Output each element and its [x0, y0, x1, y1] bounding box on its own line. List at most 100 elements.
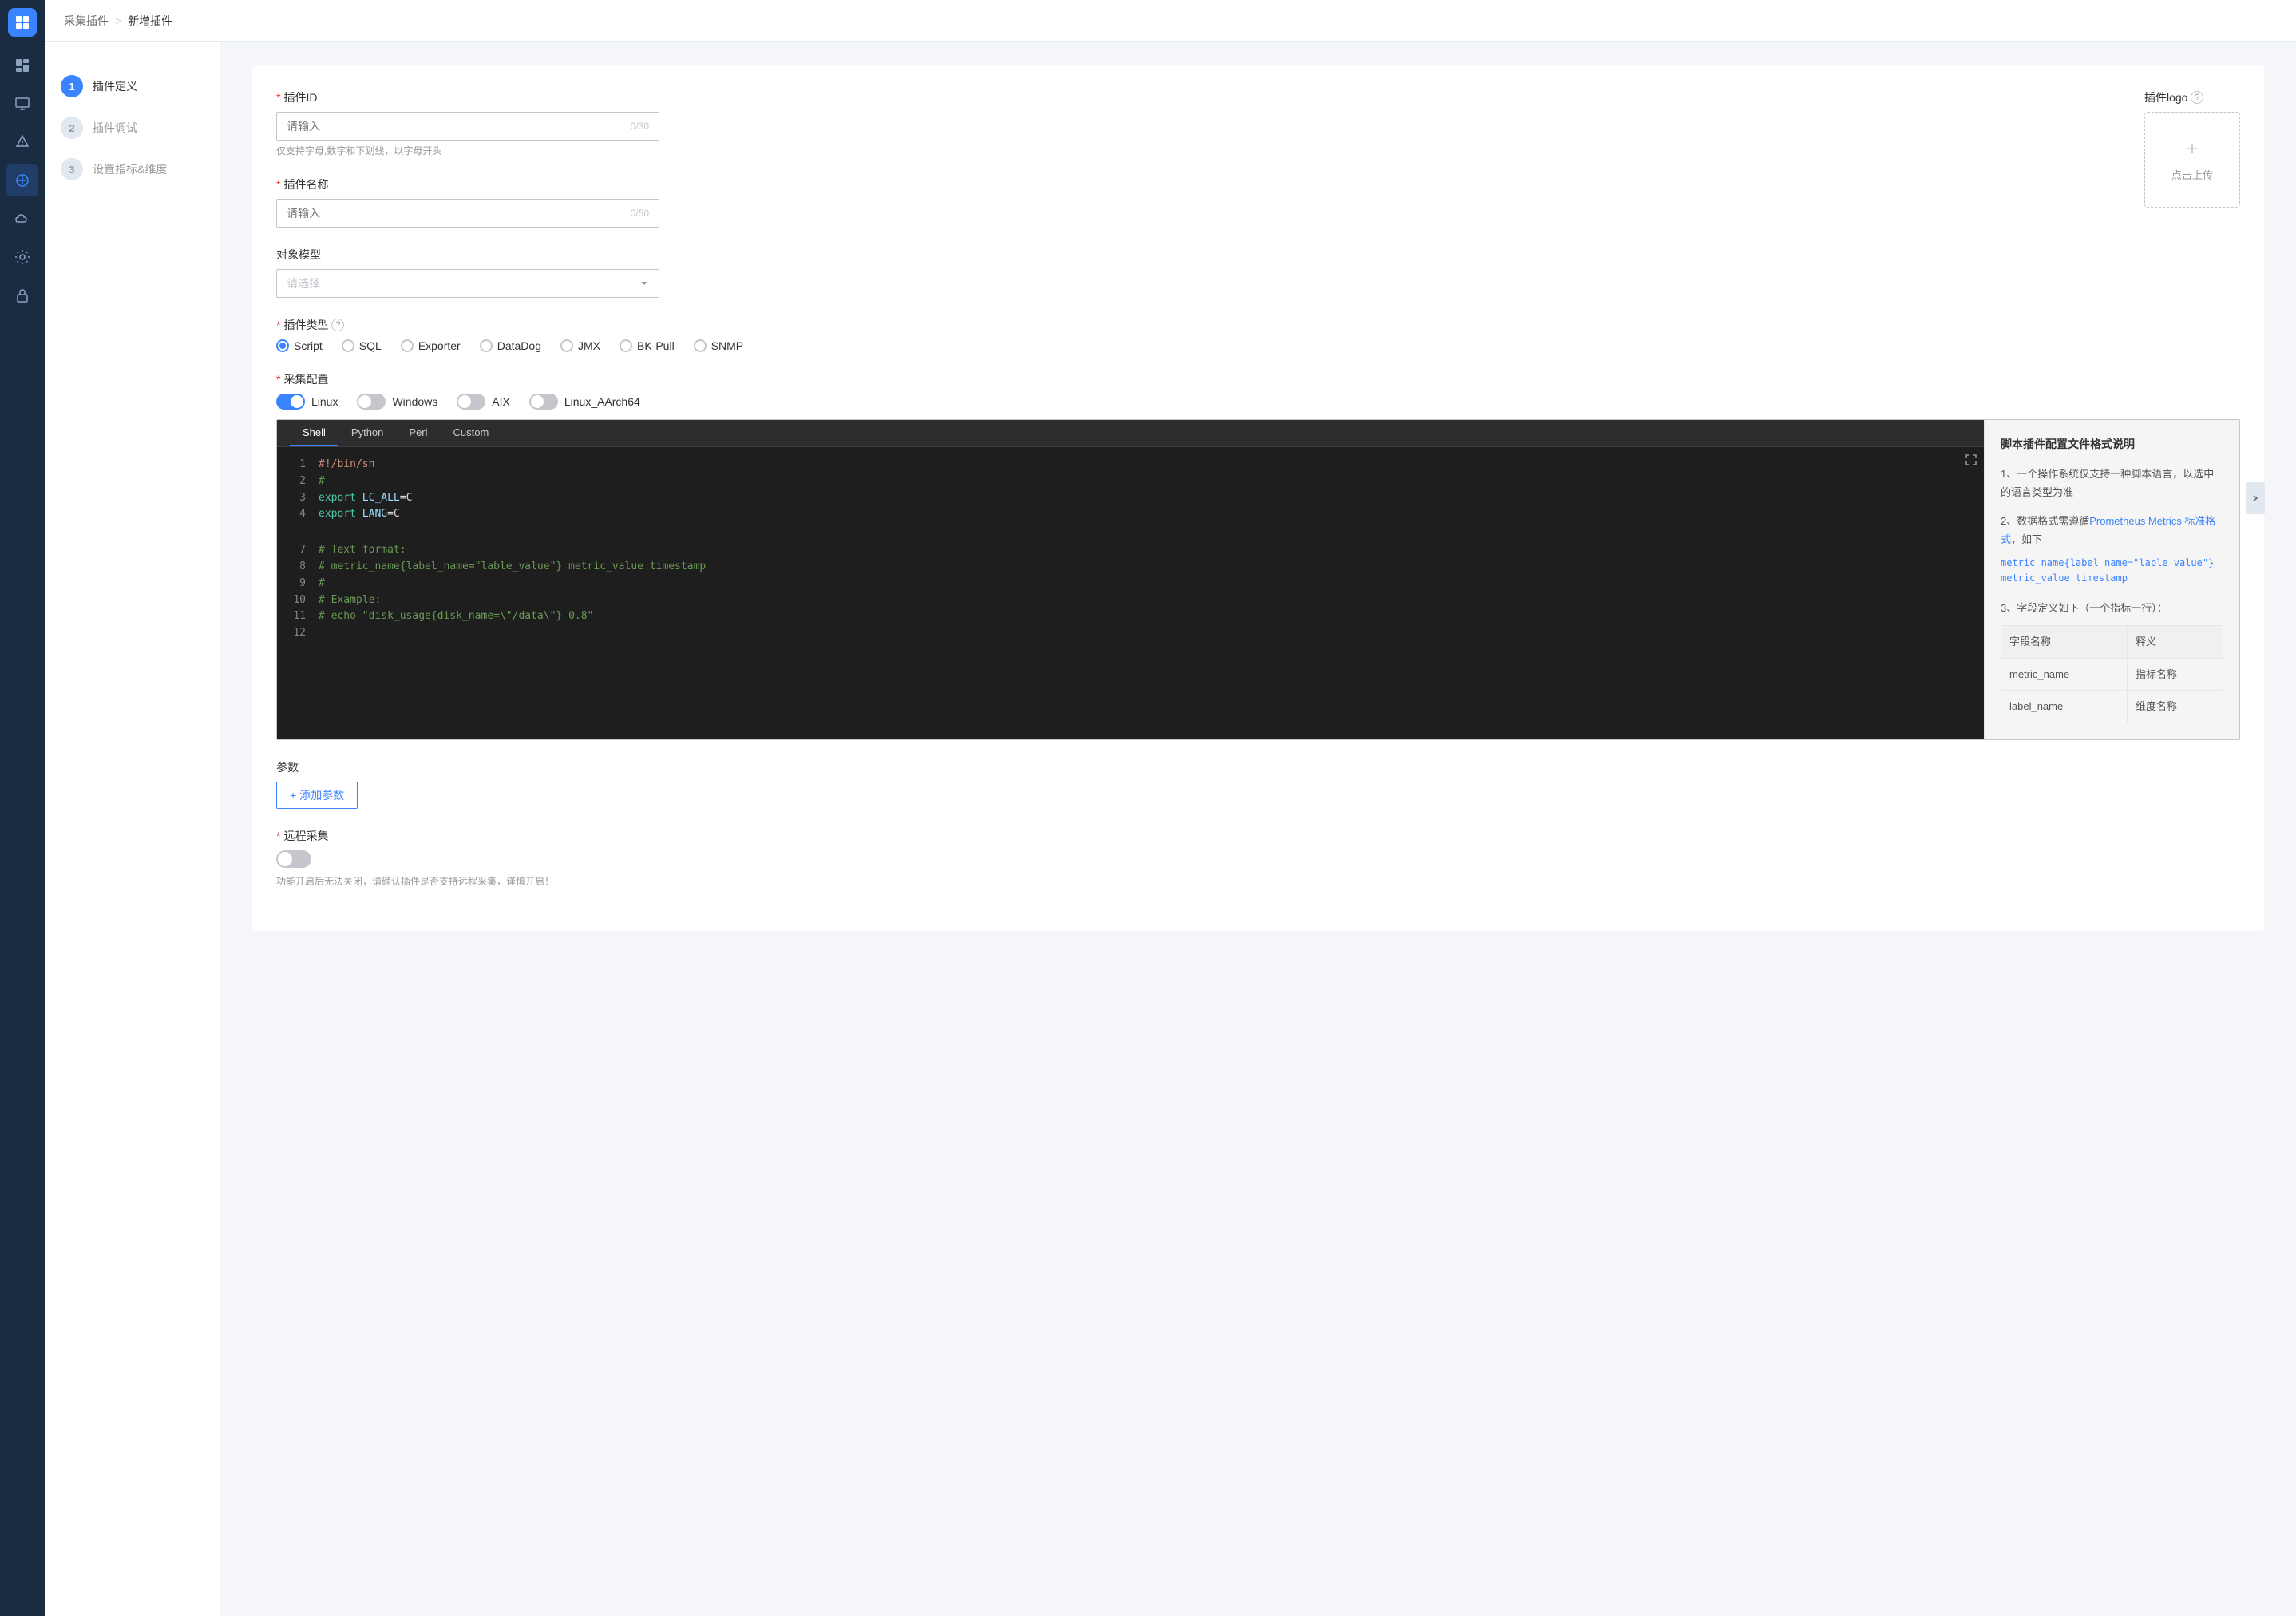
breadcrumb-parent[interactable]: 采集插件: [64, 13, 109, 29]
code-content[interactable]: 1 #!/bin/sh 2 # 3: [277, 447, 1984, 652]
os-tab-aix: AIX: [457, 394, 510, 410]
main-content: 采集插件 > 新增插件 1 插件定义 2 插件调试 3 设置指标&维度: [45, 0, 2296, 1616]
plugin-id-hint: 仅支持字母,数字和下划线，以字母开头: [276, 144, 2240, 157]
help-panel: 脚本插件配置文件格式说明 1、一个操作系统仅支持一种脚本语言，以选中的语言类型为…: [1984, 420, 2239, 739]
sidebar-item-tools[interactable]: [6, 241, 38, 273]
plugin-id-field[interactable]: [287, 120, 631, 133]
object-model-select[interactable]: 请选择: [276, 269, 659, 298]
sidebar-item-lock[interactable]: [6, 279, 38, 311]
plugin-id-input[interactable]: 0/30: [276, 112, 659, 141]
plugin-name-field[interactable]: [287, 207, 631, 220]
logo-section: 插件logo ? + 点击上传: [2144, 89, 2240, 208]
step-2[interactable]: 2 插件调试: [61, 107, 204, 149]
step-1[interactable]: 1 插件定义: [61, 65, 204, 107]
radio-exporter-circle: [401, 339, 414, 352]
breadcrumb-separator: >: [115, 14, 121, 27]
code-tab-python[interactable]: Python: [338, 420, 396, 446]
step-2-label: 插件调试: [93, 120, 137, 136]
code-line-3: 3 export LC_ALL=C: [290, 490, 1971, 507]
upload-plus-icon: +: [2187, 138, 2198, 160]
os-tab-windows: Windows: [357, 394, 437, 410]
help-table-row-metric: metric_name 指标名称: [2001, 658, 2223, 690]
code-line-7: 7 # Text format:: [290, 542, 1971, 559]
sidebar-item-alert[interactable]: [6, 126, 38, 158]
add-param-button[interactable]: + 添加参数: [276, 782, 358, 809]
help-content: 1、一个操作系统仅支持一种脚本语言，以选中的语言类型为准 2、数据格式需遵循Pr…: [2001, 465, 2223, 723]
step-3[interactable]: 3 设置指标&维度: [61, 149, 204, 190]
radio-bkpull-circle: [620, 339, 632, 352]
code-tab-perl[interactable]: Perl: [396, 420, 440, 446]
radio-exporter[interactable]: Exporter: [401, 339, 461, 352]
object-model-placeholder: 请选择: [287, 275, 320, 291]
plugin-name-count: 0/50: [631, 208, 649, 219]
code-tab-shell[interactable]: Shell: [290, 420, 338, 446]
remote-collect-knob: [278, 852, 292, 866]
header-breadcrumb: 采集插件 > 新增插件: [45, 0, 2296, 42]
code-line-10: 10 # Example:: [290, 592, 1971, 609]
windows-tab-label: Windows: [392, 395, 437, 408]
object-model-row: 对象模型 请选择: [276, 247, 2240, 298]
remote-collect-hint: 功能开启后无法关闭，请确认插件是否支持远程采集，谨慎开启！: [276, 874, 2240, 888]
radio-script-circle: [276, 339, 289, 352]
help-table-cell-metric-desc: 指标名称: [2128, 658, 2223, 690]
app-logo[interactable]: [8, 8, 37, 37]
radio-datadog[interactable]: DataDog: [480, 339, 541, 352]
code-line-8: 8 # metric_name{label_name="lable_value"…: [290, 559, 1971, 576]
code-line-12: 12: [290, 625, 1971, 642]
sidebar-item-monitor[interactable]: [6, 88, 38, 120]
breadcrumb-current: 新增插件: [128, 13, 172, 29]
step-3-label: 设置指标&维度: [93, 161, 167, 177]
remote-collect-row: * 远程采集 功能开启后无法关闭，请确认插件是否支持远程采集，谨慎开启！: [276, 828, 2240, 888]
radio-datadog-circle: [480, 339, 493, 352]
code-tab-custom[interactable]: Custom: [441, 420, 502, 446]
help-table-header-desc: 释义: [2128, 626, 2223, 658]
step-1-circle: 1: [61, 75, 83, 97]
linux-toggle[interactable]: [276, 394, 305, 410]
windows-toggle[interactable]: [357, 394, 386, 410]
steps-panel: 1 插件定义 2 插件调试 3 设置指标&维度: [45, 42, 220, 1616]
plugin-id-label: * 插件ID: [276, 89, 2240, 105]
content-area: 1 插件定义 2 插件调试 3 设置指标&维度: [45, 42, 2296, 1616]
sidebar: [0, 0, 45, 1616]
logo-label: 插件logo ?: [2144, 89, 2240, 105]
remote-collect-toggle[interactable]: [276, 850, 311, 868]
help-point-3: 3、字段定义如下（一个指标一行）：: [2001, 599, 2223, 617]
collect-config-row: * 采集配置 Linux: [276, 371, 2240, 740]
radio-sql-circle: [342, 339, 354, 352]
plugin-type-radio-group: Script SQL Exporter: [276, 339, 2240, 352]
code-line-11: 11 # echo "disk_usage{disk_name=\"/data\…: [290, 608, 1971, 625]
form-area: 插件logo ? + 点击上传 * 插件ID: [220, 42, 2296, 1616]
code-container: Shell Python Perl Custom 1: [276, 419, 2240, 740]
logo-question-icon[interactable]: ?: [2191, 91, 2203, 104]
plugin-name-label: * 插件名称: [276, 176, 2240, 192]
remote-collect-toggle-row: [276, 850, 2240, 868]
plugin-type-question-icon[interactable]: ?: [331, 319, 344, 331]
code-line-1: 1 #!/bin/sh: [290, 457, 1971, 473]
radio-sql[interactable]: SQL: [342, 339, 382, 352]
step-2-circle: 2: [61, 117, 83, 139]
radio-bkpull[interactable]: BK-Pull: [620, 339, 675, 352]
plugin-name-row: * 插件名称 0/50: [276, 176, 2240, 228]
params-row: 参数 + 添加参数: [276, 759, 2240, 809]
step-1-label: 插件定义: [93, 78, 137, 94]
code-editor-wrapper: 1 #!/bin/sh 2 # 3: [277, 447, 1984, 652]
linux-aarch64-toggle[interactable]: [529, 394, 558, 410]
sidebar-item-collect[interactable]: [6, 164, 38, 196]
code-line-9: 9 #: [290, 576, 1971, 592]
radio-jmx[interactable]: JMX: [560, 339, 600, 352]
code-editor: Shell Python Perl Custom 1: [277, 420, 1984, 739]
radio-script[interactable]: Script: [276, 339, 323, 352]
plugin-name-input[interactable]: 0/50: [276, 199, 659, 228]
logo-upload-area[interactable]: + 点击上传: [2144, 112, 2240, 208]
help-table-cell-metric-name: metric_name: [2001, 658, 2128, 690]
radio-snmp[interactable]: SNMP: [694, 339, 743, 352]
form-section: 插件logo ? + 点击上传 * 插件ID: [252, 65, 2264, 931]
help-title: 脚本插件配置文件格式说明: [2001, 436, 2223, 452]
radio-jmx-circle: [560, 339, 573, 352]
sidebar-item-cloud[interactable]: [6, 203, 38, 235]
remote-collect-label: * 远程采集: [276, 828, 2240, 844]
os-tabs: Linux Windows: [276, 394, 2240, 410]
sidebar-item-dashboard[interactable]: [6, 50, 38, 81]
aix-toggle[interactable]: [457, 394, 485, 410]
fullscreen-icon[interactable]: [1965, 454, 1977, 469]
